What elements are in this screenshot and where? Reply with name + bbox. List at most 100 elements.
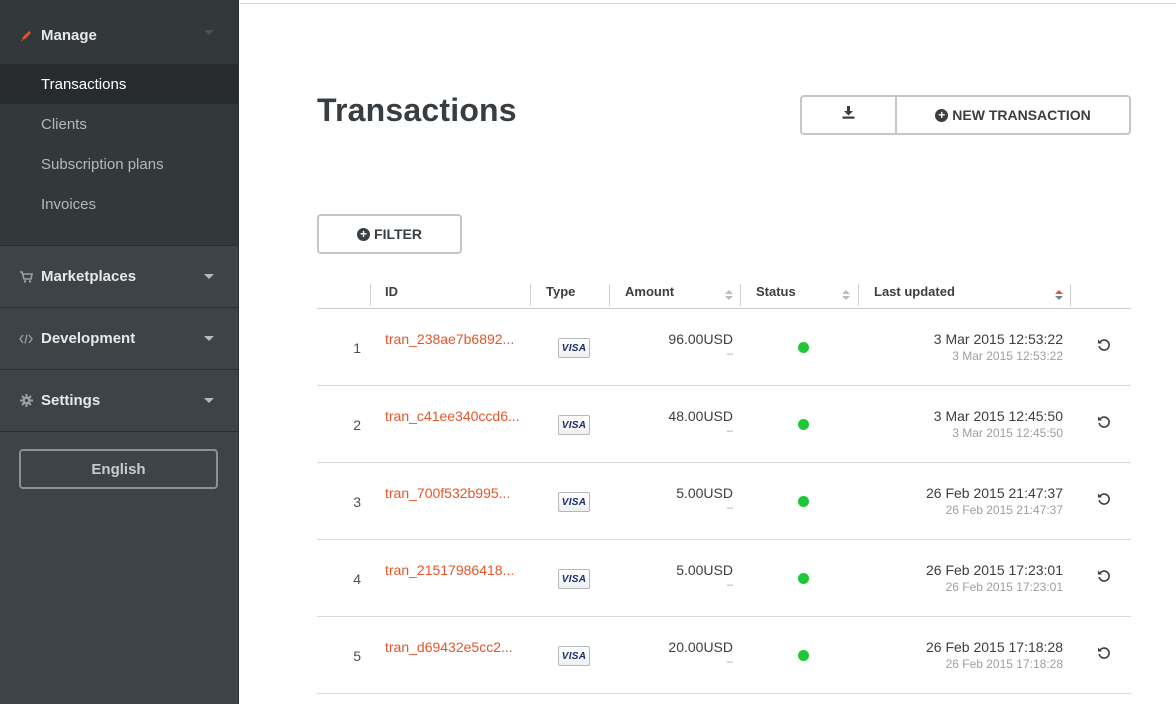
refresh-icon[interactable] (1097, 492, 1111, 506)
refresh-icon[interactable] (1097, 646, 1111, 660)
column-header-amount[interactable]: Amount (625, 284, 741, 306)
plus-circle-icon: + (357, 227, 371, 241)
status-dot (798, 419, 809, 430)
column-header-status[interactable]: Status (756, 284, 859, 306)
refresh-icon[interactable] (1097, 338, 1111, 352)
amount-cell: 5.00USD – (617, 485, 733, 514)
column-header-last-updated-label: Last updated (874, 284, 955, 299)
column-header-status-label: Status (756, 284, 796, 299)
amount-value: 96.00USD (668, 331, 733, 347)
header-actions: + NEW TRANSACTION (800, 95, 1131, 135)
status-dot (798, 496, 809, 507)
column-header-last-updated[interactable]: Last updated (874, 284, 1071, 306)
transaction-id-link[interactable]: tran_d69432e5cc2... (385, 639, 513, 655)
page-title: Transactions (317, 92, 517, 128)
column-header-type: Type (546, 284, 610, 306)
date-cell: 26 Feb 2015 17:18:28 26 Feb 2015 17:18:28 (857, 639, 1063, 671)
status-dot (798, 650, 809, 661)
date-sub: 26 Feb 2015 17:23:01 (945, 580, 1063, 594)
sidebar-marketplaces-header[interactable]: Marketplaces (0, 246, 238, 307)
amount-cell: 48.00USD – (617, 408, 733, 437)
sidebar-item-clients[interactable]: Clients (0, 104, 238, 144)
code-icon (18, 333, 34, 344)
visa-card-icon: VISA (558, 415, 590, 435)
sidebar-section-marketplaces: Marketplaces (0, 246, 238, 308)
date-value: 3 Mar 2015 12:45:50 (933, 408, 1063, 424)
date-sub: 26 Feb 2015 17:18:28 (945, 657, 1063, 671)
card-type: VISA (558, 569, 590, 589)
date-value: 26 Feb 2015 17:18:28 (925, 639, 1063, 655)
new-transaction-label: NEW TRANSACTION (952, 107, 1091, 123)
amount-sub: – (726, 579, 733, 591)
sidebar-item-invoices[interactable]: Invoices (0, 184, 238, 224)
chevron-down-icon (204, 30, 214, 35)
table-row: 5 tran_d69432e5cc2... VISA 20.00USD – 26 … (317, 617, 1131, 694)
transaction-id-link[interactable]: tran_700f532b995... (385, 485, 510, 501)
date-value: 3 Mar 2015 12:53:22 (933, 331, 1063, 347)
card-type: VISA (558, 492, 590, 512)
sidebar-marketplaces-label: Marketplaces (41, 268, 137, 285)
sort-icon[interactable] (842, 290, 850, 302)
manage-submenu: Transactions Clients Subscription plans … (0, 64, 238, 224)
transaction-id-link[interactable]: tran_c41ee340ccd6... (385, 408, 520, 424)
visa-card-icon: VISA (558, 338, 590, 358)
status-dot (798, 342, 809, 353)
amount-cell: 96.00USD – (617, 331, 733, 360)
date-value: 26 Feb 2015 17:23:01 (925, 562, 1063, 578)
card-type: VISA (558, 338, 590, 358)
top-divider (240, 3, 1176, 4)
row-number: 5 (353, 648, 361, 664)
amount-sub: – (726, 425, 733, 437)
amount-sub: – (726, 502, 733, 514)
visa-card-icon: VISA (558, 569, 590, 589)
refresh-icon[interactable] (1097, 569, 1111, 583)
transaction-id-link[interactable]: tran_238ae7b6892... (385, 331, 514, 347)
card-type: VISA (558, 646, 590, 666)
sidebar-item-subscription-plans[interactable]: Subscription plans (0, 144, 238, 184)
sidebar-development-label: Development (41, 330, 136, 347)
new-transaction-button[interactable]: + NEW TRANSACTION (897, 97, 1129, 133)
chevron-down-icon (204, 273, 214, 279)
cart-icon (18, 270, 34, 283)
transactions-table: ID Type Amount Status Last updated 1 tra… (317, 278, 1131, 694)
sidebar: Manage Transactions Clients Subscription… (0, 0, 239, 704)
table-row: 2 tran_c41ee340ccd6... VISA 48.00USD – 3 … (317, 386, 1131, 463)
refresh-icon[interactable] (1097, 415, 1111, 429)
transaction-id-link[interactable]: tran_21517986418... (385, 562, 514, 578)
table-row: 1 tran_238ae7b6892... VISA 96.00USD – 3 M… (317, 309, 1131, 386)
status-dot (798, 573, 809, 584)
date-cell: 26 Feb 2015 21:47:37 26 Feb 2015 21:47:37 (857, 485, 1063, 517)
sidebar-section-development: Development (0, 308, 238, 370)
date-cell: 3 Mar 2015 12:53:22 3 Mar 2015 12:53:22 (857, 331, 1063, 363)
amount-value: 20.00USD (668, 639, 733, 655)
amount-sub: – (726, 656, 733, 668)
date-sub: 26 Feb 2015 21:47:37 (945, 503, 1063, 517)
sidebar-settings-header[interactable]: Settings (0, 370, 238, 431)
table-row: 4 tran_21517986418... VISA 5.00USD – 26 F… (317, 540, 1131, 617)
sidebar-development-header[interactable]: Development (0, 308, 238, 369)
table-row: 3 tran_700f532b995... VISA 5.00USD – 26 F… (317, 463, 1131, 540)
amount-cell: 5.00USD – (617, 562, 733, 591)
date-cell: 26 Feb 2015 17:23:01 26 Feb 2015 17:23:01 (857, 562, 1063, 594)
sidebar-manage-header[interactable]: Manage (0, 0, 238, 64)
sidebar-settings-label: Settings (41, 392, 101, 409)
amount-value: 5.00USD (676, 562, 733, 578)
sidebar-item-transactions[interactable]: Transactions (0, 64, 238, 104)
date-cell: 3 Mar 2015 12:45:50 3 Mar 2015 12:45:50 (857, 408, 1063, 440)
table-header: ID Type Amount Status Last updated (317, 278, 1131, 309)
column-header-amount-label: Amount (625, 284, 675, 299)
sidebar-section-settings: Settings (0, 370, 238, 432)
filter-button[interactable]: + FILTER (317, 214, 462, 254)
amount-sub: – (726, 348, 733, 360)
column-header-id: ID (385, 284, 531, 306)
sort-active-icon[interactable] (1055, 290, 1063, 302)
visa-card-icon: VISA (558, 492, 590, 512)
date-value: 26 Feb 2015 21:47:37 (925, 485, 1063, 501)
amount-value: 48.00USD (668, 408, 733, 424)
filter-label: FILTER (374, 226, 422, 242)
sort-icon[interactable] (725, 290, 733, 302)
language-button[interactable]: English (19, 449, 218, 489)
download-button[interactable] (802, 97, 897, 133)
row-number: 3 (353, 494, 361, 510)
card-type: VISA (558, 415, 590, 435)
